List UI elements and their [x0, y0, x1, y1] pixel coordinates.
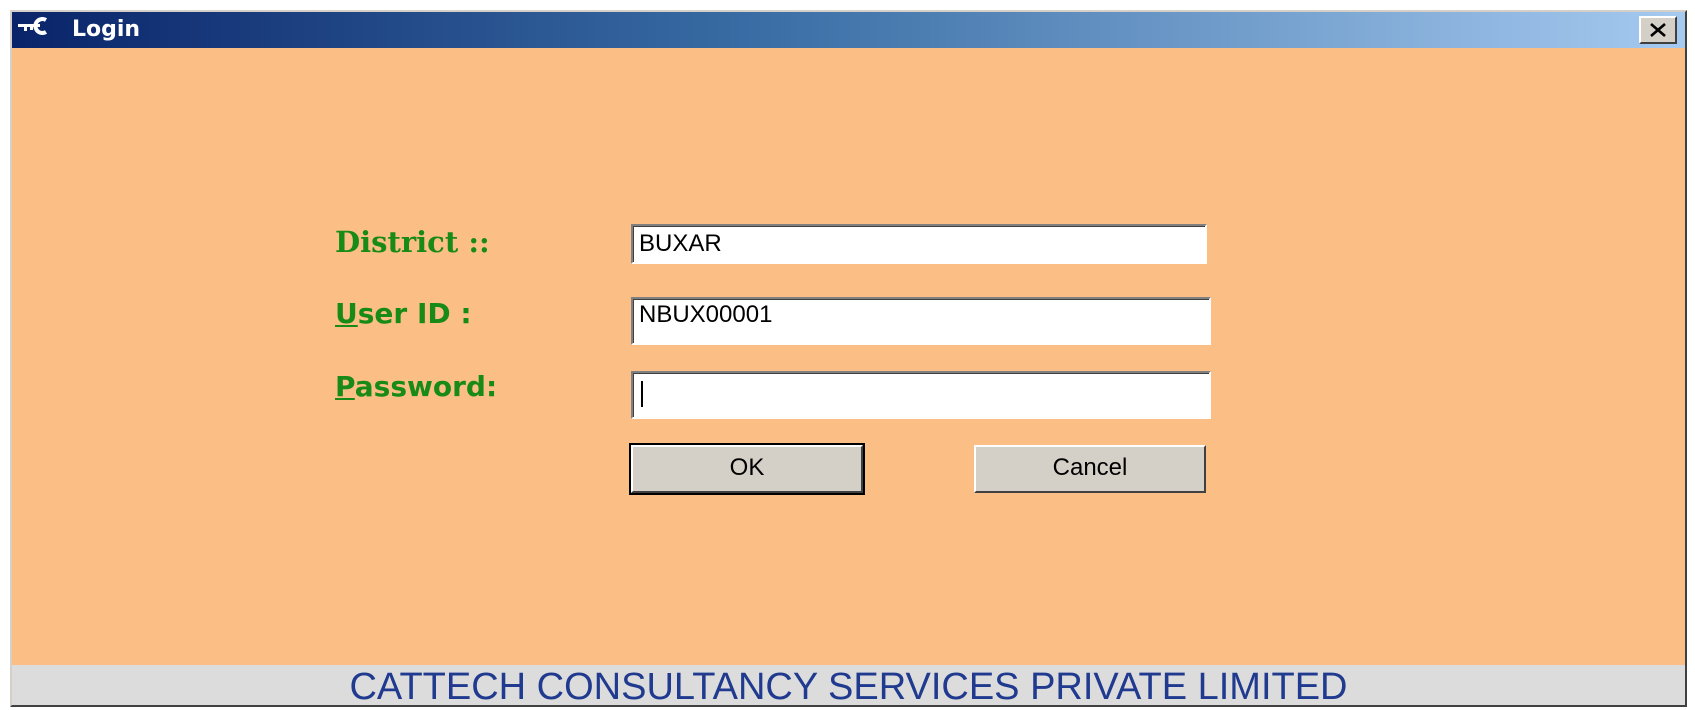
close-button[interactable]: [1639, 16, 1677, 44]
company-footer: CATTECH CONSULTANCY SERVICES PRIVATE LIM…: [12, 665, 1685, 705]
password-mnemonic: P: [335, 370, 355, 403]
password-label-text: assword:: [354, 370, 498, 403]
userid-label: User ID :: [335, 297, 472, 331]
text-caret: [641, 381, 643, 407]
app-key-icon: [18, 17, 62, 35]
userid-label-text: ser ID :: [357, 297, 472, 330]
password-field[interactable]: [631, 371, 1211, 419]
company-name: CATTECH CONSULTANCY SERVICES PRIVATE LIM…: [349, 666, 1348, 705]
close-x-icon: [1650, 23, 1666, 37]
district-label: District ::: [335, 225, 490, 259]
district-label-text: District ::: [335, 225, 490, 259]
cancel-button[interactable]: Cancel: [974, 445, 1206, 493]
title-bar[interactable]: Login: [12, 12, 1685, 48]
userid-mnemonic: U: [335, 297, 358, 330]
login-window: Login District :: User ID : Password: OK…: [10, 10, 1687, 707]
window-title: Login: [72, 17, 141, 42]
district-field[interactable]: [631, 224, 1207, 264]
ok-button[interactable]: OK: [629, 443, 865, 495]
userid-field[interactable]: [631, 297, 1211, 345]
password-label: Password:: [335, 370, 497, 404]
